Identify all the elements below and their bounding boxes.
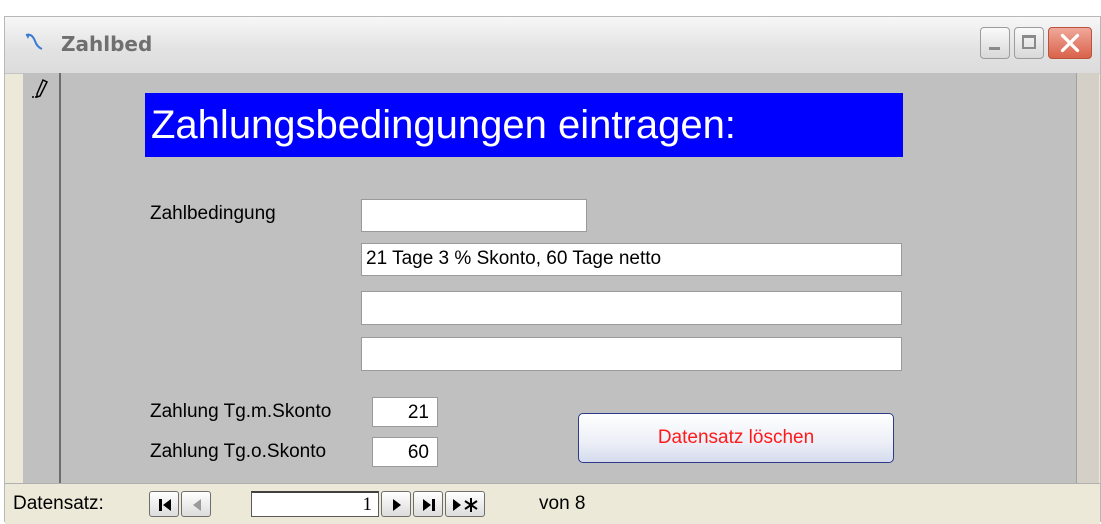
zahlbedingung-label: Zahlbedingung [150,203,276,224]
previous-record-button[interactable] [181,491,211,517]
form-icon[interactable] [23,31,45,53]
close-icon [1060,33,1080,53]
tage-ohne-skonto-label: Zahlung Tg.o.Skonto [150,441,327,462]
new-record-button[interactable] [445,491,485,517]
first-record-icon [159,499,171,511]
new-record-icon [453,498,478,512]
form-window: Zahlbed Zahlungsbedingungen eintragen: Z… [4,16,1101,524]
minimize-icon [989,47,1000,50]
tage-ohne-skonto-field[interactable]: 60 [372,437,438,467]
last-record-button[interactable] [413,491,443,517]
vertical-scroll-area [1076,73,1099,483]
form-detail: Zahlungsbedingungen eintragen: Zahlbedin… [61,73,1076,483]
current-record-field[interactable]: 1 [251,491,379,517]
last-record-icon [423,499,435,511]
maximize-button[interactable] [1014,27,1044,59]
zahlbedingung-text2-field[interactable] [361,291,902,325]
form-heading: Zahlungsbedingungen eintragen: [145,93,903,157]
record-selector[interactable] [23,73,61,483]
minimize-button[interactable] [980,27,1010,59]
zahlbedingung-code-field[interactable] [361,199,587,232]
record-navigation-bar: Datensatz: 1 von 8 [5,483,1100,524]
maximize-icon [1022,35,1036,49]
tage-mit-skonto-field[interactable]: 21 [372,397,438,427]
title-bar[interactable]: Zahlbed [5,17,1100,74]
close-button[interactable] [1048,27,1092,59]
window-title: Zahlbed [61,32,153,56]
pencil-icon [32,78,49,99]
record-label: Datensatz: [13,493,104,514]
zahlbedingung-text3-field[interactable] [361,337,902,371]
first-record-button[interactable] [149,491,179,517]
next-record-icon [393,499,401,511]
zahlbedingung-text1-field[interactable]: 21 Tage 3 % Skonto, 60 Tage netto [361,243,902,276]
tage-mit-skonto-label: Zahlung Tg.m.Skonto [150,401,332,422]
next-record-button[interactable] [381,491,411,517]
record-count: von 8 [539,493,586,514]
previous-record-icon [193,499,201,511]
delete-record-button[interactable]: Datensatz löschen [578,413,894,463]
